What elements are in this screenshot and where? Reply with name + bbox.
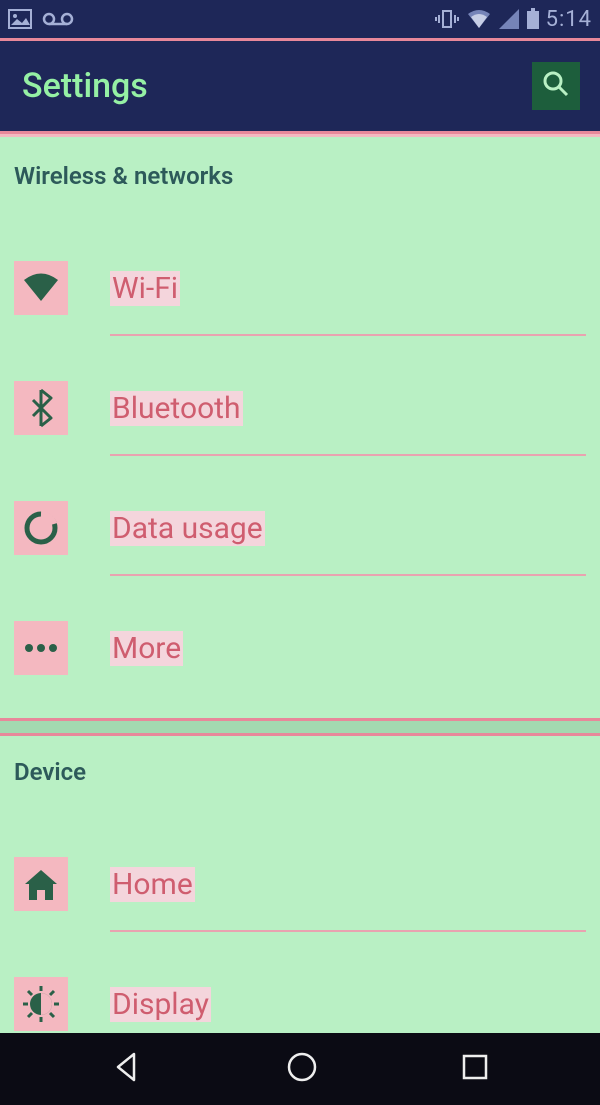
divider xyxy=(110,334,586,336)
status-bar: 5:14 xyxy=(0,0,600,38)
divider xyxy=(110,930,586,932)
settings-item-label: Bluetooth xyxy=(110,391,243,426)
settings-item-wifi[interactable]: Wi-Fi xyxy=(0,228,600,348)
settings-item-label: Home xyxy=(110,867,195,902)
wifi-icon xyxy=(14,261,68,315)
recent-button[interactable] xyxy=(460,1052,490,1086)
home-icon xyxy=(14,857,68,911)
section-header-device: Device xyxy=(0,736,600,804)
data-usage-icon xyxy=(14,501,68,555)
settings-list: Wireless & networks Wi-Fi Bluetooth Data… xyxy=(0,134,600,1064)
cell-signal-icon xyxy=(498,8,520,30)
search-button[interactable] xyxy=(532,62,580,110)
page-title: Settings xyxy=(22,66,148,106)
more-icon xyxy=(14,621,68,675)
navigation-bar xyxy=(0,1033,600,1105)
settings-item-label: Wi-Fi xyxy=(110,271,180,306)
search-icon xyxy=(540,68,572,104)
vibrate-icon xyxy=(434,8,460,30)
settings-item-label: Display xyxy=(110,987,211,1022)
settings-item-more[interactable]: More xyxy=(0,588,600,708)
wifi-signal-icon xyxy=(466,8,492,30)
picture-icon xyxy=(8,9,32,29)
section-header-wireless: Wireless & networks xyxy=(0,134,600,208)
status-left xyxy=(8,9,74,29)
back-button[interactable] xyxy=(110,1050,144,1088)
circle-icon xyxy=(285,1050,319,1088)
settings-item-label: Data usage xyxy=(110,511,265,546)
back-icon xyxy=(110,1050,144,1088)
home-button[interactable] xyxy=(285,1050,319,1088)
voicemail-icon xyxy=(42,11,74,27)
battery-icon xyxy=(526,8,540,30)
section-divider xyxy=(0,718,600,736)
divider xyxy=(110,454,586,456)
settings-item-bluetooth[interactable]: Bluetooth xyxy=(0,348,600,468)
settings-item-label: More xyxy=(110,631,183,666)
bluetooth-icon xyxy=(14,381,68,435)
app-bar: Settings xyxy=(0,41,600,131)
display-icon xyxy=(14,977,68,1031)
status-right: 5:14 xyxy=(434,7,592,32)
divider xyxy=(110,574,586,576)
square-icon xyxy=(460,1052,490,1086)
settings-item-home[interactable]: Home xyxy=(0,824,600,944)
clock-time: 5:14 xyxy=(546,7,592,32)
settings-item-data-usage[interactable]: Data usage xyxy=(0,468,600,588)
